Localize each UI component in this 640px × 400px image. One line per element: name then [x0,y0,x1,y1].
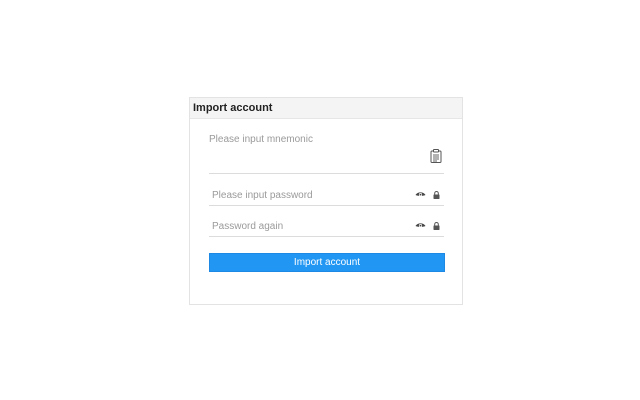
import-account-card: Import account Please input mnemonic Imp… [189,97,463,305]
lock-icon [433,222,440,230]
eye-icon[interactable] [415,191,426,199]
mnemonic-input[interactable] [209,134,424,170]
lock-icon [433,191,440,199]
password-input[interactable] [212,188,402,203]
mnemonic-field [209,134,444,174]
import-account-button[interactable]: Import account [209,253,445,272]
password-field [209,186,444,206]
password-again-input[interactable] [212,219,402,234]
password-again-field [209,217,444,237]
card-title: Import account [190,98,462,119]
clipboard-icon[interactable] [430,149,442,163]
eye-icon[interactable] [415,222,426,230]
